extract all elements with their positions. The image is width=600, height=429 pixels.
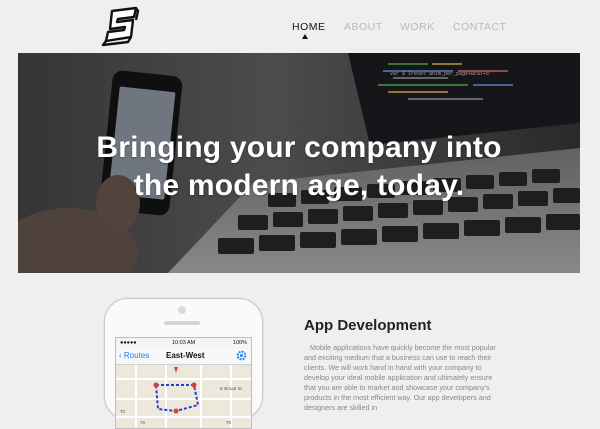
section-title: App Development — [304, 317, 432, 334]
back-button[interactable]: ‹ Routes — [119, 351, 149, 360]
nav-about[interactable]: ABOUT — [344, 21, 383, 33]
status-bar: ●●●●● 10:03 AM 100% — [116, 338, 251, 348]
chevron-left-icon: ‹ — [119, 351, 122, 360]
signal-icon: ●●●●● — [120, 340, 137, 346]
battery-level: 100% — [232, 340, 247, 346]
hero-headline-line-1: Bringing your company into — [96, 131, 502, 164]
map-highway-label: 76 — [140, 420, 146, 425]
active-nav-indicator-icon — [302, 34, 308, 39]
back-label: Routes — [123, 351, 150, 360]
nav-contact[interactable]: CONTACT — [453, 21, 506, 33]
map-highway-label: 70 — [120, 409, 126, 414]
hero-headline: Bringing your company into the modern ag… — [18, 129, 580, 205]
phone-mockup: ●●●●● 10:03 AM 100% ‹ Routes East-West E… — [104, 298, 263, 429]
hero-banner: var $ Ireset'anim_per_page+Bcat+6' Bring… — [18, 53, 580, 273]
phone-camera — [178, 306, 186, 314]
nav-work[interactable]: WORK — [400, 21, 435, 33]
map-street-label: E Broad St — [220, 386, 242, 391]
gear-icon[interactable] — [236, 350, 247, 361]
nav-home[interactable]: HOME — [292, 21, 326, 33]
section-body: Mobile applications have quickly become … — [304, 343, 496, 412]
phone-speaker — [164, 321, 200, 325]
route-map[interactable] — [116, 365, 251, 428]
app-nav-bar: ‹ Routes East-West — [116, 348, 251, 365]
status-time: 10:03 AM — [172, 340, 196, 346]
app-title: East-West — [166, 351, 205, 360]
hero-headline-line-2: the modern age, today. — [133, 169, 465, 202]
phone-screen: ●●●●● 10:03 AM 100% ‹ Routes East-West E… — [115, 337, 252, 429]
main-nav: HOME ABOUT WORK CONTACT — [0, 21, 600, 41]
map-highway-label: 70 — [226, 420, 232, 425]
